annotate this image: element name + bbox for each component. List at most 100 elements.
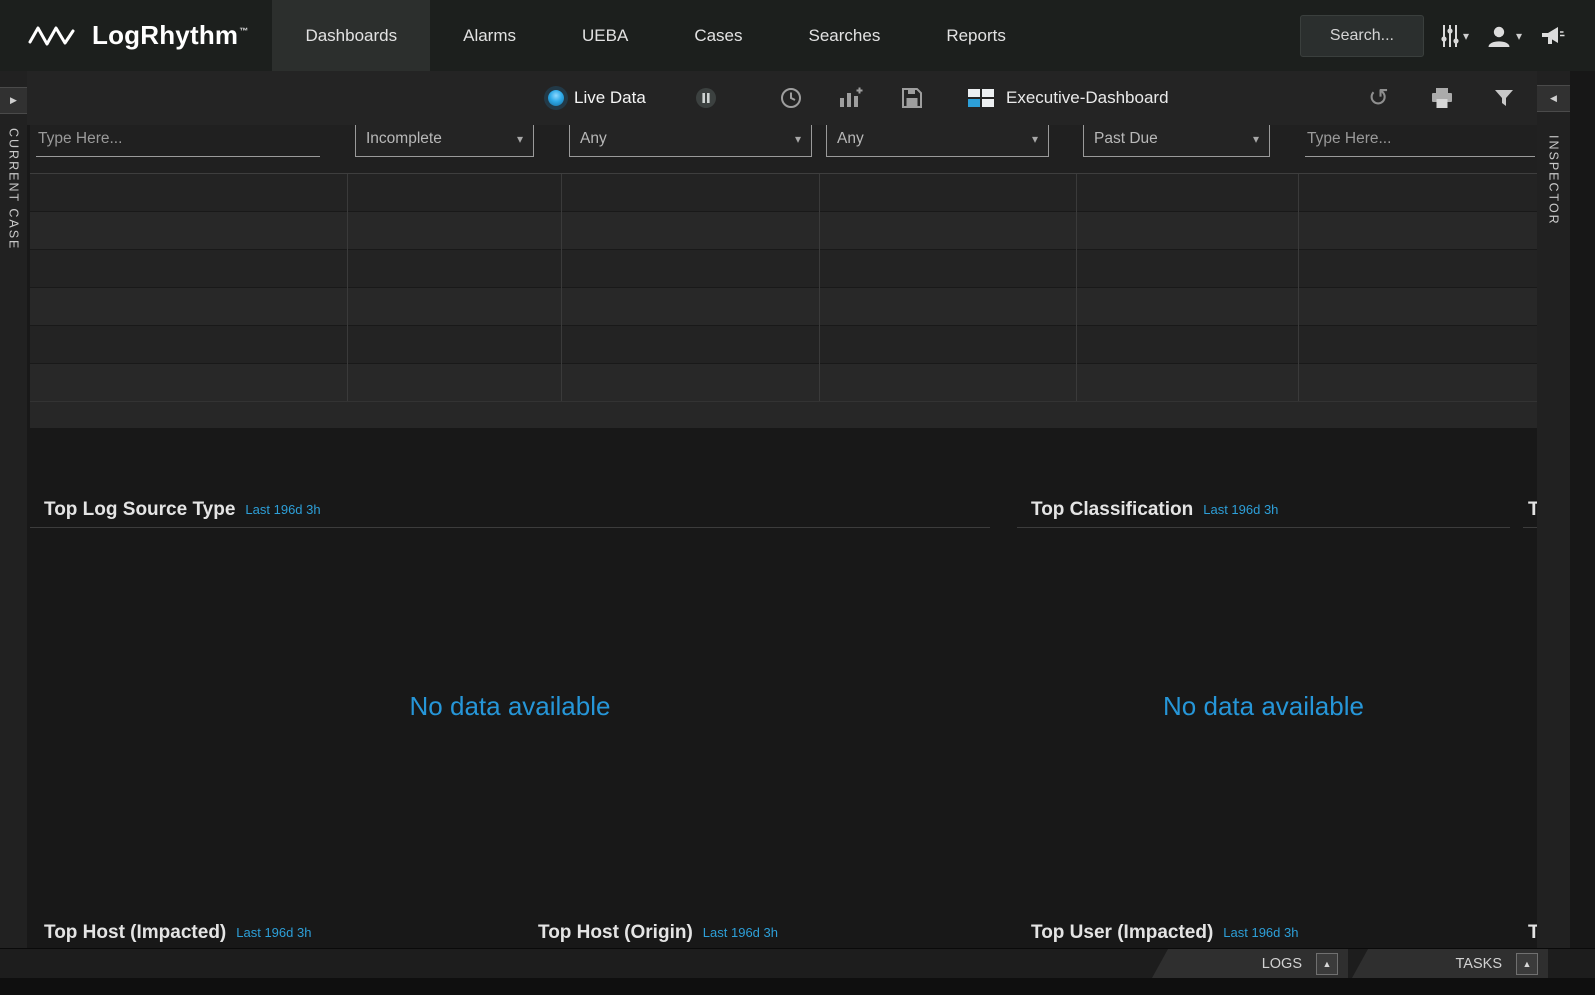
announcements-button[interactable] <box>1539 24 1565 48</box>
tab-searches[interactable]: Searches <box>776 0 914 71</box>
triangle-up-icon: ▲ <box>1523 959 1532 969</box>
current-case-label[interactable]: CURRENT CASE <box>7 128 21 250</box>
window-bottom-edge <box>0 978 1595 995</box>
chevron-down-icon: ▾ <box>795 133 801 145</box>
inspector-expand-button[interactable]: ◀ <box>1537 85 1570 112</box>
nav-right-cluster: Search... ▾ ▾ <box>1300 15 1565 57</box>
widget-header-top-host-origin: Top Host (Origin) Last 196d 3h <box>524 915 1018 951</box>
table-row[interactable] <box>30 288 1537 326</box>
triangle-left-icon: ◀ <box>1550 93 1557 104</box>
tasks-expand-button[interactable]: ▲ <box>1516 953 1538 975</box>
triangle-right-icon: ▶ <box>10 95 17 106</box>
filter-dropdown-value: Any <box>837 130 864 148</box>
print-icon <box>1430 87 1454 109</box>
save-icon <box>900 86 924 110</box>
table-row[interactable] <box>30 364 1537 401</box>
filter-dropdown-due-date[interactable]: Past Due ▾ <box>1083 125 1270 157</box>
widget-time-range: Last 196d 3h <box>236 925 311 940</box>
filter-dropdown-value: Incomplete <box>366 130 442 148</box>
trademark: ™ <box>239 26 248 36</box>
widget-header-top-host-impacted: Top Host (Impacted) Last 196d 3h <box>30 915 524 951</box>
logs-expand-button[interactable]: ▲ <box>1316 953 1338 975</box>
user-menu[interactable]: ▾ <box>1486 24 1522 48</box>
tab-alarms[interactable]: Alarms <box>430 0 549 71</box>
current-case-expand-button[interactable]: ▶ <box>0 87 27 114</box>
widget-title: Top Classification <box>1031 499 1193 521</box>
widget-time-range: Last 196d 3h <box>1223 925 1298 940</box>
logrhythm-logo: LogRhythm™ <box>28 20 248 51</box>
column-divider <box>1298 174 1299 401</box>
filter-dropdown-value: Any <box>580 130 607 148</box>
column-divider <box>1076 174 1077 401</box>
filter-text-input-2[interactable] <box>1305 125 1535 157</box>
undo-icon: ↺ <box>1368 86 1389 111</box>
table-row[interactable] <box>30 212 1537 250</box>
widget-empty-message: No data available <box>1017 528 1510 884</box>
chevron-down-icon: ▾ <box>1516 30 1522 42</box>
announcements-icon <box>1539 24 1565 48</box>
brand-name: LogRhythm™ <box>92 20 248 51</box>
add-widget-button[interactable] <box>838 71 864 125</box>
tab-ueba[interactable]: UEBA <box>549 0 661 71</box>
dashboard-icon <box>968 89 994 107</box>
undo-button[interactable]: ↺ <box>1368 71 1389 125</box>
live-data-toggle[interactable]: Live Data <box>548 71 646 125</box>
widget-title: Top Log Source Type <box>44 499 235 521</box>
widget-empty-message: No data available <box>30 528 990 884</box>
dashboard-name: Executive-Dashboard <box>1006 88 1169 108</box>
clock-icon <box>779 86 803 110</box>
filter-settings-icon <box>1441 23 1459 49</box>
column-divider <box>819 174 820 401</box>
chevron-down-icon: ▾ <box>517 133 523 145</box>
widget-header-top-log-source-type: Top Log Source Type Last 196d 3h <box>30 492 990 528</box>
filter-button[interactable] <box>1494 71 1514 125</box>
chevron-down-icon: ▾ <box>1253 133 1259 145</box>
chevron-down-icon: ▾ <box>1032 133 1038 145</box>
right-gutter <box>1570 71 1595 948</box>
dashboard-toolbar: Live Data Executive-Dashb <box>0 71 1570 125</box>
filter-icon <box>1494 89 1514 107</box>
column-divider <box>561 174 562 401</box>
widget-time-range: Last 196d 3h <box>1203 502 1278 517</box>
search-button[interactable]: Search... <box>1300 15 1424 57</box>
column-divider <box>347 174 348 401</box>
inspector-label[interactable]: INSPECTOR <box>1547 135 1561 226</box>
tab-reports[interactable]: Reports <box>913 0 1039 71</box>
logrhythm-wave-icon <box>28 21 80 51</box>
widget-header-top-user-impacted: Top User (Impacted) Last 196d 3h <box>1017 915 1510 951</box>
logs-tab-label: LOGS <box>1262 956 1302 972</box>
print-button[interactable] <box>1430 71 1454 125</box>
time-range-button[interactable] <box>779 71 803 125</box>
table-body <box>30 174 1537 401</box>
table-horizontal-scrollbar[interactable] <box>30 401 1537 428</box>
chevron-down-icon: ▾ <box>1463 30 1469 42</box>
triangle-up-icon: ▲ <box>1323 959 1332 969</box>
dashboard-selector[interactable]: Executive-Dashboard <box>968 71 1169 125</box>
current-case-panel-strip: ▶ CURRENT CASE <box>0 71 27 948</box>
live-data-label: Live Data <box>574 88 646 108</box>
table-filter-row: Incomplete ▾ Any ▾ Any ▾ Past Due ▾ <box>30 125 1537 174</box>
tab-dashboards[interactable]: Dashboards <box>272 0 430 71</box>
filter-dropdown-3[interactable]: Any ▾ <box>826 125 1049 157</box>
widget-title: Top Host (Impacted) <box>44 922 226 944</box>
table-row[interactable] <box>30 250 1537 288</box>
widget-time-range: Last 196d 3h <box>703 925 778 940</box>
filter-dropdown-status[interactable]: Incomplete ▾ <box>355 125 534 157</box>
table-row[interactable] <box>30 174 1537 212</box>
main-nav-tabs: Dashboards Alarms UEBA Cases Searches Re… <box>272 0 1038 71</box>
logs-drawer-tab[interactable]: LOGS ▲ <box>1152 949 1348 978</box>
widget-title: Top User (Impacted) <box>1031 922 1213 944</box>
filter-settings-menu[interactable]: ▾ <box>1441 23 1469 49</box>
tasks-drawer-tab[interactable]: TASKS ▲ <box>1352 949 1548 978</box>
save-dashboard-button[interactable] <box>900 71 924 125</box>
pause-button[interactable] <box>693 71 719 125</box>
tasks-tab-label: TASKS <box>1456 956 1502 972</box>
live-data-radio-icon <box>548 90 564 106</box>
tab-cases[interactable]: Cases <box>661 0 775 71</box>
filter-dropdown-value: Past Due <box>1094 130 1158 148</box>
filter-text-input-1[interactable] <box>36 125 320 157</box>
pause-icon <box>693 85 719 111</box>
widget-title: Top Host (Origin) <box>538 922 693 944</box>
table-row[interactable] <box>30 326 1537 364</box>
filter-dropdown-2[interactable]: Any ▾ <box>569 125 812 157</box>
